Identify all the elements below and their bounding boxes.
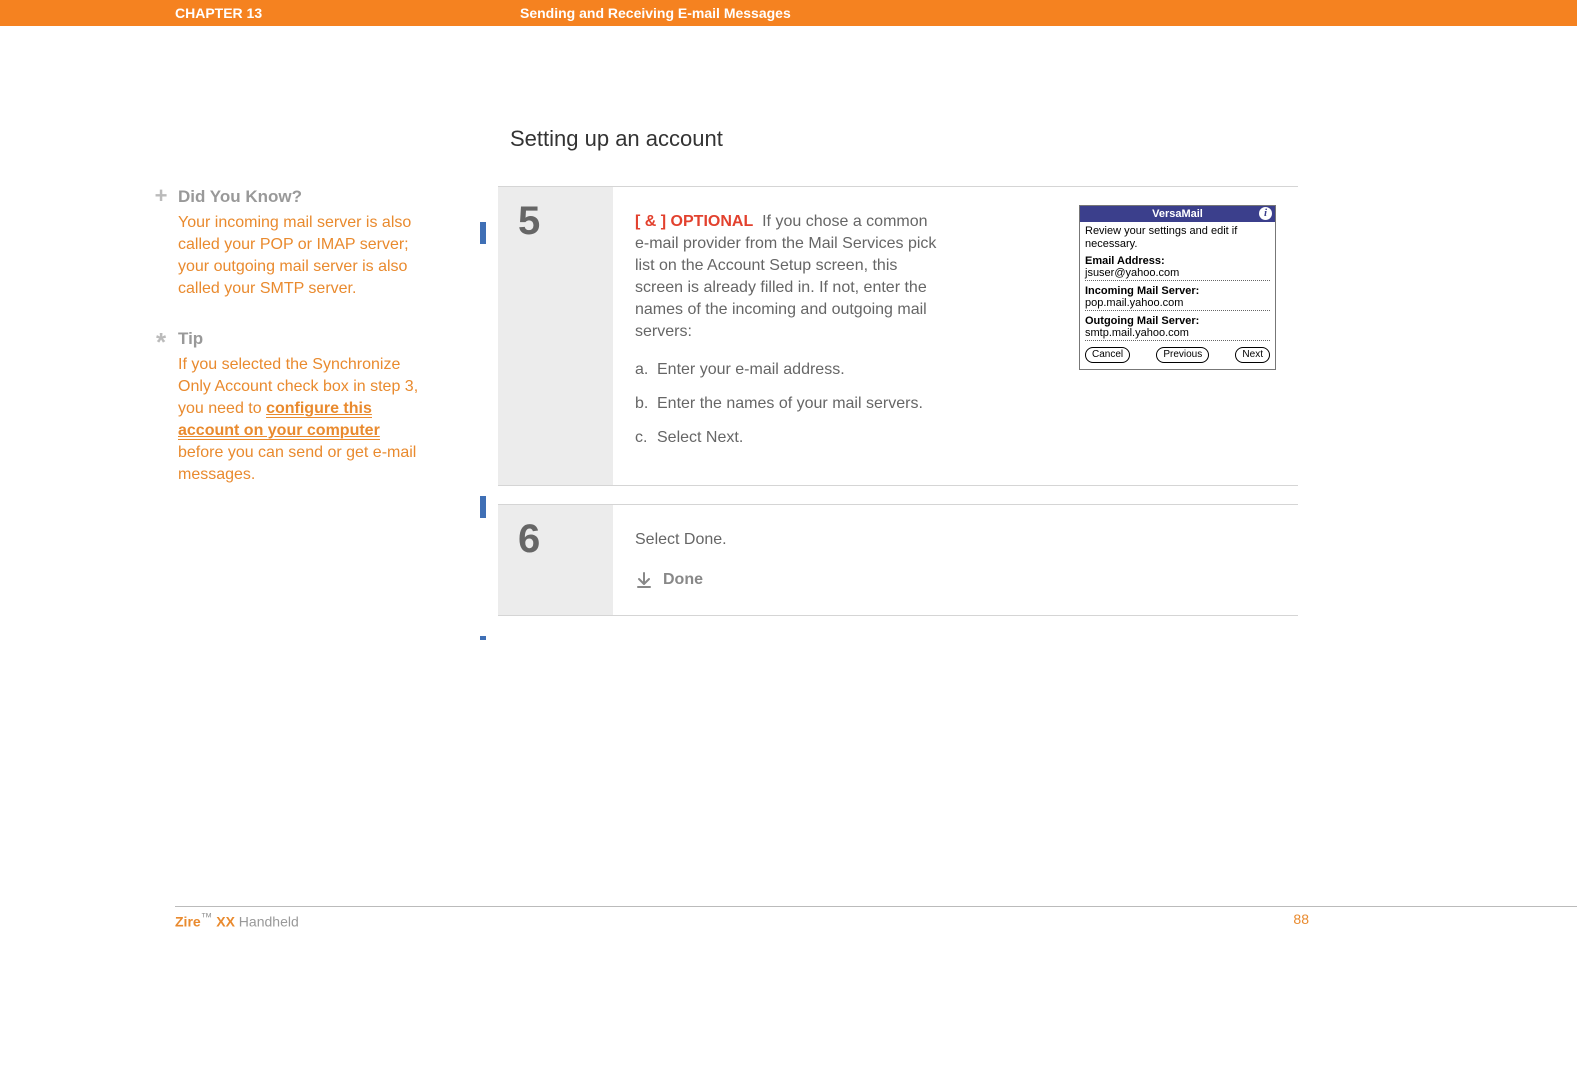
product-suffix: Handheld xyxy=(235,914,299,930)
previous-button[interactable]: Previous xyxy=(1156,347,1209,363)
step-intro: If you chose a common e-mail provider fr… xyxy=(635,213,936,340)
step6-text: Select Done. xyxy=(635,531,727,548)
brand-name: Zire xyxy=(175,914,201,930)
done-label: Done xyxy=(663,569,703,591)
sub-text: Enter your e-mail address. xyxy=(657,359,845,381)
versamail-body: Review your settings and edit if necessa… xyxy=(1080,222,1275,369)
sub-item: c. Select Next. xyxy=(635,427,945,449)
did-you-know-body: Your incoming mail server is also called… xyxy=(178,212,420,300)
tip-heading: Tip xyxy=(178,328,420,350)
plus-icon: + xyxy=(150,187,172,209)
page-number: 88 xyxy=(1293,911,1309,927)
step-text: [ & ] OPTIONAL If you chose a common e-m… xyxy=(635,211,945,449)
change-bar-icon xyxy=(480,636,486,640)
sub-item: b. Enter the names of your mail servers. xyxy=(635,393,945,415)
step-content: [ & ] OPTIONAL If you chose a common e-m… xyxy=(613,187,1298,485)
step-number: 6 xyxy=(518,517,540,562)
chapter-header: CHAPTER 13 Sending and Receiving E-mail … xyxy=(0,0,1577,26)
email-field[interactable]: jsuser@yahoo.com xyxy=(1085,267,1270,281)
model: XX xyxy=(216,914,235,930)
chapter-title: Sending and Receiving E-mail Messages xyxy=(520,5,791,21)
did-you-know-block: + Did You Know? Your incoming mail serve… xyxy=(150,186,420,300)
chapter-label: CHAPTER 13 xyxy=(175,5,262,21)
did-you-know-heading: Did You Know? xyxy=(178,186,420,208)
change-bar-icon xyxy=(480,222,486,244)
sub-text: Select Next. xyxy=(657,427,743,449)
page-footer: Zire™ XX Handheld 88 xyxy=(175,906,1577,939)
tip-body: If you selected the Synchronize Only Acc… xyxy=(178,354,420,486)
sub-label: c. xyxy=(635,427,657,449)
cancel-button[interactable]: Cancel xyxy=(1085,347,1130,363)
tm-symbol: ™ xyxy=(201,911,213,924)
product-name: Zire™ XX Handheld xyxy=(175,911,299,930)
versamail-buttons: Cancel Previous Next xyxy=(1085,347,1270,363)
outgoing-server-field[interactable]: smtp.mail.yahoo.com xyxy=(1085,327,1270,341)
page-content: + Did You Know? Your incoming mail serve… xyxy=(0,26,1577,971)
step-5: 5 [ & ] OPTIONAL If you chose a common e… xyxy=(498,186,1298,486)
versamail-screenshot: VersaMail i Review your settings and edi… xyxy=(1079,205,1276,370)
step-number: 5 xyxy=(518,199,540,244)
change-bar-icon xyxy=(480,496,486,518)
versamail-title: VersaMail xyxy=(1152,208,1203,220)
sub-list: a. Enter your e-mail address. b. Enter t… xyxy=(635,359,945,449)
versamail-instruction: Review your settings and edit if necessa… xyxy=(1085,225,1270,251)
field-label-email: Email Address: xyxy=(1085,255,1270,267)
field-label-outgoing: Outgoing Mail Server: xyxy=(1085,315,1270,327)
optional-tag: [ & ] OPTIONAL xyxy=(635,213,753,230)
info-icon[interactable]: i xyxy=(1259,207,1272,220)
section-heading: Setting up an account xyxy=(510,126,723,152)
tip-block: * Tip If you selected the Synchronize On… xyxy=(150,328,420,486)
steps-panel: 5 [ & ] OPTIONAL If you chose a common e… xyxy=(498,186,1298,634)
download-done-icon xyxy=(635,571,653,589)
sub-text: Enter the names of your mail servers. xyxy=(657,393,923,415)
incoming-server-field[interactable]: pop.mail.yahoo.com xyxy=(1085,297,1270,311)
sub-label: a. xyxy=(635,359,657,381)
next-button[interactable]: Next xyxy=(1235,347,1270,363)
sidebar: + Did You Know? Your incoming mail serve… xyxy=(150,186,420,514)
asterisk-icon: * xyxy=(150,329,172,351)
step-6: 6 Select Done. Done xyxy=(498,504,1298,616)
done-row: Done xyxy=(635,569,945,591)
versamail-titlebar: VersaMail i xyxy=(1080,206,1275,222)
sub-label: b. xyxy=(635,393,657,415)
field-label-incoming: Incoming Mail Server: xyxy=(1085,285,1270,297)
tip-body-post: before you can send or get e-mail messag… xyxy=(178,444,416,483)
step-text: Select Done. Done xyxy=(635,529,945,591)
sub-item: a. Enter your e-mail address. xyxy=(635,359,945,381)
step-content: Select Done. Done xyxy=(613,505,1298,615)
